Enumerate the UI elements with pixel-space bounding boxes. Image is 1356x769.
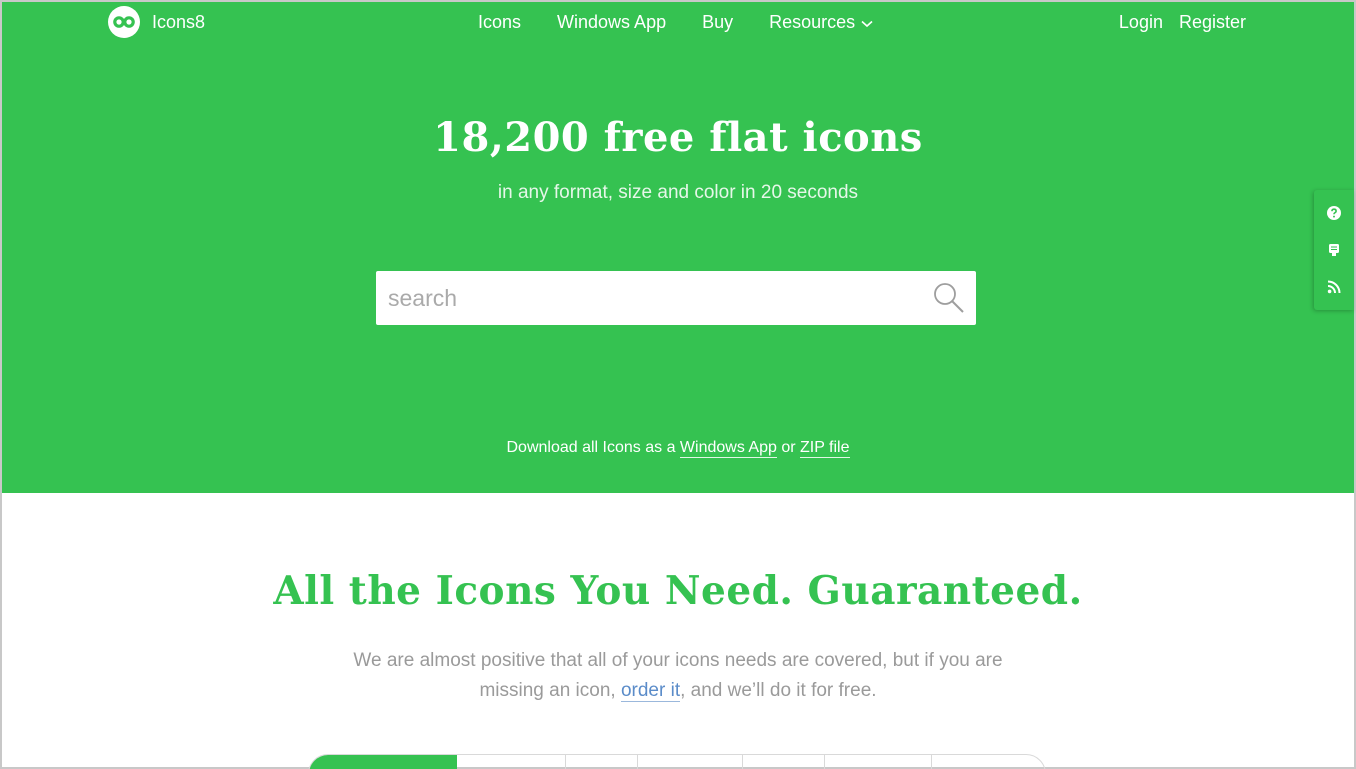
download-or: or: [781, 439, 796, 456]
feedback-icon[interactable]: [1324, 240, 1344, 260]
section-text-after: , and we’ll do it for free.: [680, 680, 877, 701]
logo-icon: [108, 6, 140, 38]
category-tab[interactable]: [566, 755, 638, 769]
nav-item-buy[interactable]: Buy: [702, 12, 733, 33]
help-icon[interactable]: [1324, 203, 1344, 223]
nav-item-resources-label: Resources: [769, 12, 856, 32]
category-tab[interactable]: [457, 755, 566, 769]
category-tabs: [308, 754, 1046, 769]
login-link[interactable]: Login: [1119, 12, 1163, 33]
order-it-link[interactable]: order it: [620, 680, 681, 702]
download-line: Download all Icons as a Windows App or Z…: [2, 439, 1354, 458]
search-icon[interactable]: [932, 281, 966, 315]
category-tab[interactable]: [743, 755, 825, 769]
rss-icon[interactable]: [1324, 277, 1344, 297]
nav-item-windows-app[interactable]: Windows App: [557, 12, 666, 33]
top-navigation: Icons8 Icons Windows App Buy Resources L…: [2, 2, 1354, 46]
category-tab[interactable]: [638, 755, 743, 769]
nav-item-resources[interactable]: Resources: [769, 12, 873, 33]
section-text: We are almost positive that all of your …: [338, 646, 1018, 706]
hero-title: 18,200 free flat icons: [433, 114, 923, 161]
logo-link[interactable]: Icons8: [108, 6, 205, 38]
brand-name: Icons8: [152, 11, 206, 32]
nav-item-icons[interactable]: Icons: [478, 12, 521, 33]
category-tab[interactable]: [825, 755, 932, 769]
category-tab[interactable]: [932, 755, 1045, 769]
side-toolbar: [1314, 190, 1354, 310]
section-title: All the Icons You Need. Guaranteed.: [273, 568, 1083, 614]
windows-app-link[interactable]: Windows App: [679, 439, 777, 458]
main-menu: Icons Windows App Buy Resources: [478, 12, 873, 33]
hero-subtitle: in any format, size and color in 20 seco…: [497, 182, 859, 203]
account-links: Login Register: [1119, 12, 1246, 33]
search-box: [376, 271, 976, 325]
zip-file-link[interactable]: ZIP file: [800, 439, 850, 458]
download-prefix: Download all Icons as a: [506, 439, 676, 456]
hero-banner: Icons8 Icons Windows App Buy Resources L…: [2, 2, 1354, 493]
category-tab-active[interactable]: [309, 755, 457, 769]
search-input[interactable]: [376, 271, 916, 325]
register-link[interactable]: Register: [1179, 12, 1246, 33]
chevron-down-icon: [861, 12, 873, 33]
